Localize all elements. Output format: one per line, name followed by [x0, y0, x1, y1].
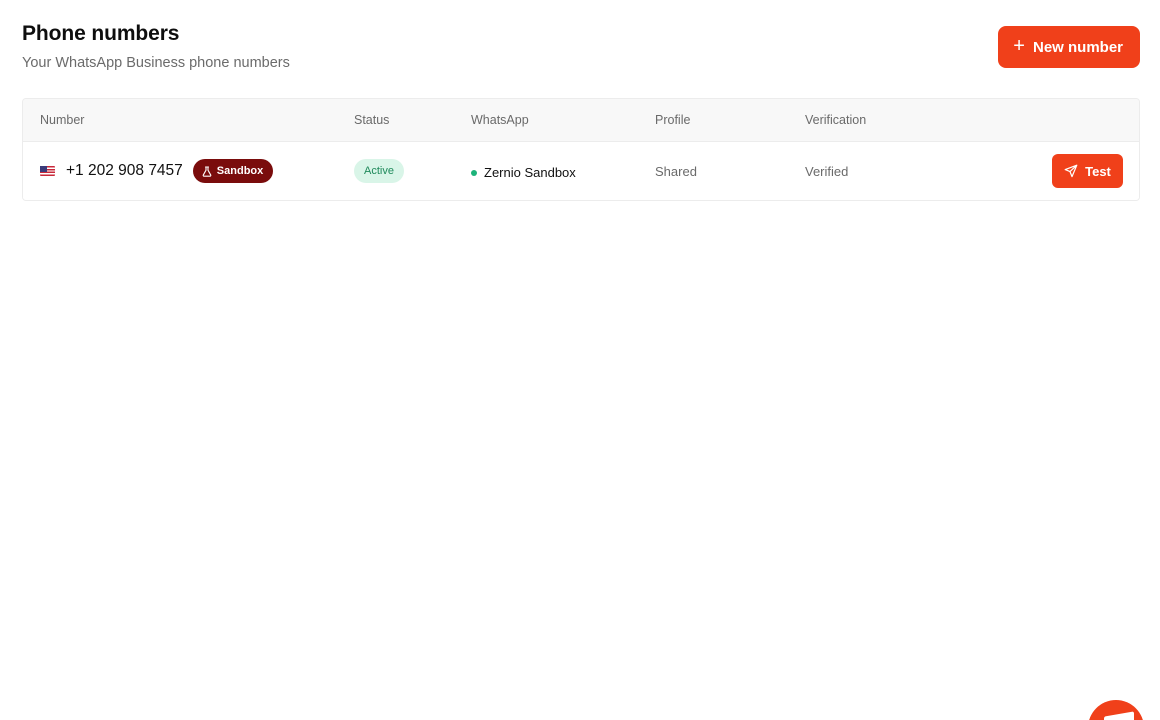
phone-numbers-table: Number Status WhatsApp Profile Verificat… [22, 98, 1140, 201]
column-header-verification: Verification [805, 113, 867, 127]
send-icon [1064, 164, 1078, 178]
sandbox-badge: Sandbox [192, 159, 274, 183]
column-header-whatsapp: WhatsApp [471, 113, 529, 127]
online-dot-icon [471, 169, 477, 176]
page-title: Phone numbers [22, 22, 180, 45]
table-header: Number Status WhatsApp Profile Verificat… [23, 99, 1139, 142]
number-cell: +1 202 908 7457 Sandbox [40, 142, 274, 200]
column-header-number: Number [40, 113, 85, 127]
sandbox-badge-label: Sandbox [216, 165, 264, 177]
phone-number: +1 202 908 7457 [66, 162, 183, 179]
profile-cell: Shared [655, 142, 697, 200]
plus-icon: + [1013, 35, 1025, 57]
status-badge: Active [354, 159, 404, 183]
table-row[interactable]: +1 202 908 7457 Sandbox Active Zernio Sa… [23, 142, 1139, 200]
whatsapp-account-name: Zernio Sandbox [484, 165, 576, 180]
page-header: Phone numbers Your WhatsApp Business pho… [22, 0, 1140, 98]
verification-value: Verified [805, 163, 849, 179]
test-button-label: Test [1085, 163, 1111, 179]
page-subtitle: Your WhatsApp Business phone numbers [22, 55, 290, 71]
new-number-button[interactable]: + New number [998, 26, 1140, 68]
verification-cell: Verified [805, 142, 848, 200]
test-button[interactable]: Test [1052, 154, 1123, 188]
flask-icon [202, 165, 212, 177]
chat-fab-icon[interactable] [1088, 700, 1144, 720]
us-flag-icon [40, 166, 55, 176]
column-header-status: Status [354, 113, 390, 127]
new-number-label: New number [1032, 38, 1123, 56]
column-header-profile: Profile [655, 113, 691, 127]
profile-value: Shared [655, 163, 697, 179]
status-cell: Active [354, 142, 404, 200]
phone-numbers-page: Phone numbers Your WhatsApp Business pho… [0, 0, 1160, 720]
whatsapp-cell: Zernio Sandbox [471, 142, 576, 200]
